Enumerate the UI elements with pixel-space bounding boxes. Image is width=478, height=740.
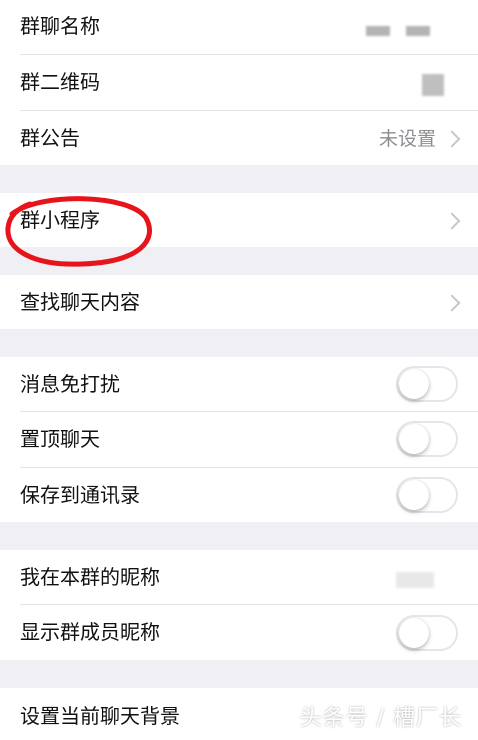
my-nickname-value-blurred	[396, 572, 434, 588]
save-contacts-row: 保存到通讯录	[0, 468, 478, 522]
group-notice-value: 未设置	[378, 128, 436, 150]
mute-label: 消息免打扰	[20, 372, 120, 396]
save-contacts-toggle[interactable]	[396, 477, 458, 513]
group-notice-label: 群公告	[20, 126, 80, 150]
group-name-label: 群聊名称	[20, 14, 100, 38]
group-name-value-blurred	[366, 26, 390, 36]
group-qr-row[interactable]: 群二维码	[0, 55, 478, 110]
pin-chat-label: 置顶聊天	[20, 427, 100, 451]
save-contacts-label: 保存到通讯录	[20, 483, 140, 507]
group-name-value-blurred-2	[406, 26, 430, 36]
pin-chat-row: 置顶聊天	[0, 412, 478, 467]
red-circle-annotation	[5, 196, 152, 267]
mute-toggle[interactable]	[396, 366, 458, 402]
mute-row: 消息免打扰	[0, 357, 478, 412]
toggle-knob	[399, 618, 429, 648]
my-nickname-label: 我在本群的昵称	[20, 565, 160, 589]
chat-background-label: 设置当前聊天背景	[20, 704, 180, 728]
group-notice-row[interactable]: 群公告 未设置	[0, 111, 478, 165]
group-name-row[interactable]: 群聊名称	[0, 0, 478, 55]
nickname-section: 我在本群的昵称 显示群成员昵称	[0, 550, 478, 660]
chevron-right-icon	[443, 212, 461, 230]
search-chat-label: 查找聊天内容	[20, 290, 140, 314]
show-member-nickname-label: 显示群成员昵称	[20, 620, 160, 644]
qr-code-icon	[422, 74, 444, 96]
group-qr-label: 群二维码	[20, 70, 100, 94]
watermark: 头条号 / 槽厂长	[299, 706, 462, 731]
show-member-nickname-row: 显示群成员昵称	[0, 605, 478, 660]
search-chat-row[interactable]: 查找聊天内容	[0, 275, 478, 329]
pin-chat-toggle[interactable]	[396, 421, 458, 457]
toggle-knob	[399, 424, 429, 454]
group-info-section: 群聊名称 群二维码 群公告 未设置	[0, 0, 478, 165]
toggle-knob	[399, 480, 429, 510]
my-nickname-row[interactable]: 我在本群的昵称	[0, 550, 478, 605]
toggle-knob	[399, 369, 429, 399]
chevron-right-icon	[443, 294, 461, 312]
chat-options-section: 消息免打扰 置顶聊天 保存到通讯录	[0, 357, 478, 522]
show-member-nickname-toggle[interactable]	[396, 615, 458, 651]
chevron-right-icon	[443, 130, 461, 148]
